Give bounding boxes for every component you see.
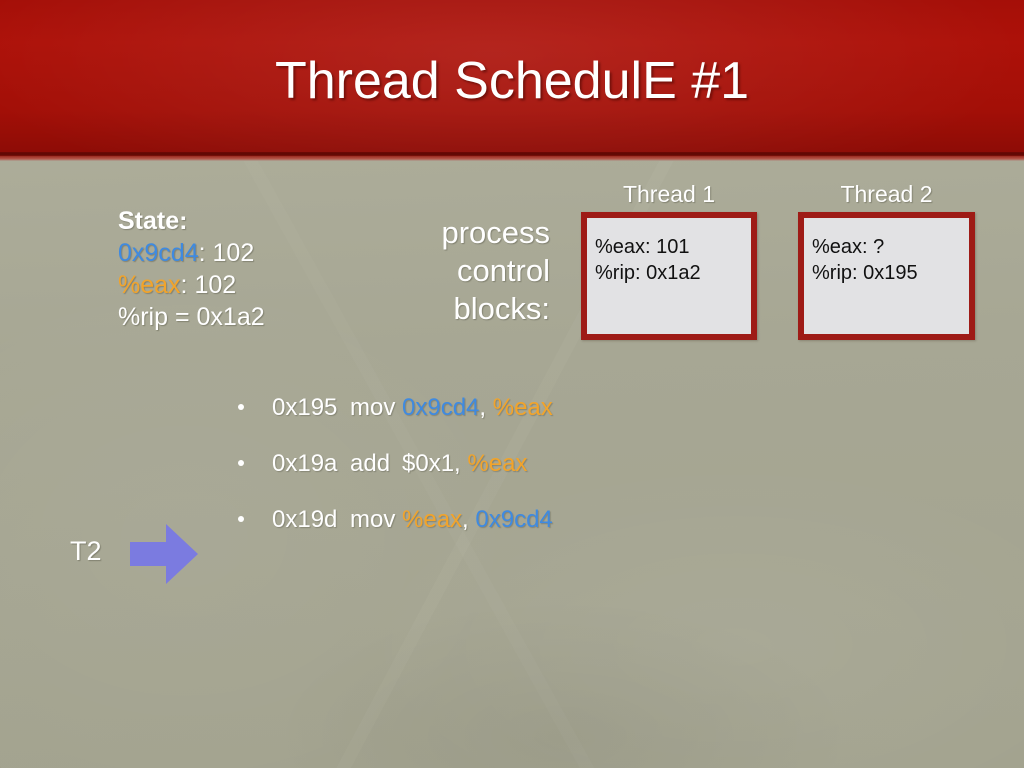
instruction-3-address: 0x19d — [272, 506, 338, 533]
state-rip-sep: = — [168, 303, 197, 331]
bullet-dot-icon — [238, 460, 244, 466]
state-eax-sep: : — [180, 271, 195, 299]
state-memory-sep: : — [198, 239, 213, 267]
state-memory-value: 102 — [212, 239, 255, 267]
instruction-2-operand-2: %eax — [467, 450, 528, 477]
current-thread-label: T2 — [70, 536, 102, 566]
thread-1-rip: %rip: 0x1a2 — [595, 262, 701, 284]
instruction-2-operand-1: $0x1 — [402, 450, 455, 477]
right-arrow-icon — [130, 524, 198, 584]
state-rip-name: %rip — [118, 303, 169, 331]
thread-2-pcb-contents: %eax: ? %rip: 0x195 — [812, 234, 918, 286]
thread-1-title: Thread 1 — [622, 181, 716, 207]
instruction-1-mnemonic: mov — [350, 394, 396, 421]
instruction-line-3: 0x19d mov %eax, 0x9cd4 — [272, 504, 553, 536]
instruction-2-address: 0x19a — [272, 450, 338, 477]
state-eax-name: %eax — [118, 271, 181, 299]
instruction-3-mnemonic: mov — [350, 506, 396, 533]
thread-1-eax: %eax: 101 — [595, 236, 690, 258]
pcb-label-line-2: control — [456, 253, 550, 288]
header-divider-light — [0, 156, 1024, 161]
instruction-line-2: 0x19a add $0x1, %eax — [272, 448, 527, 480]
state-memory-name: 0x9cd4 — [118, 239, 199, 267]
thread-2-pcb-box: %eax: ? %rip: 0x195 — [798, 212, 975, 340]
thread-2-rip: %rip: 0x195 — [812, 262, 918, 284]
instruction-3-separator: , — [462, 506, 476, 533]
bullet-dot-icon — [238, 516, 244, 522]
instruction-3-operand-1: %eax — [402, 506, 463, 533]
instruction-1-separator: , — [479, 394, 493, 421]
instruction-1-operand-1: 0x9cd4 — [402, 394, 480, 421]
pcb-label-line-3: blocks: — [453, 291, 550, 326]
list-item: 0x19a add $0x1, %eax — [236, 448, 876, 504]
thread-2-title: Thread 2 — [840, 181, 933, 207]
instruction-2-separator: , — [454, 450, 468, 477]
instruction-line-1: 0x195 mov 0x9cd4, %eax — [272, 392, 553, 424]
instruction-2-mnemonic: add — [350, 450, 391, 477]
pcb-label-line-1: process — [441, 215, 550, 250]
process-control-blocks-label: process control blocks: — [330, 214, 550, 328]
slide-canvas: Thread SchedulE #1 State: 0x9cd4: 102 %e… — [0, 0, 1024, 768]
thread-1-pcb-contents: %eax: 101 %rip: 0x1a2 — [595, 234, 701, 286]
thread-1-pcb-box: %eax: 101 %rip: 0x1a2 — [581, 212, 757, 340]
list-item: 0x195 mov 0x9cd4, %eax — [236, 392, 876, 448]
page-title: Thread SchedulE #1 — [274, 52, 750, 110]
instruction-list: 0x195 mov 0x9cd4, %eax 0x19a add $0x1, %eax … — [236, 392, 876, 560]
instruction-1-operand-2: %eax — [492, 394, 553, 421]
thread-2-eax: %eax: ? — [812, 236, 885, 258]
instruction-1-address: 0x195 — [272, 394, 338, 421]
state-rip-value: 0x1a2 — [196, 303, 265, 331]
state-eax-value: 102 — [194, 271, 237, 299]
list-item: 0x19d mov %eax, 0x9cd4 — [236, 504, 876, 560]
instruction-3-operand-2: 0x9cd4 — [475, 506, 553, 533]
bullet-dot-icon — [238, 404, 244, 410]
